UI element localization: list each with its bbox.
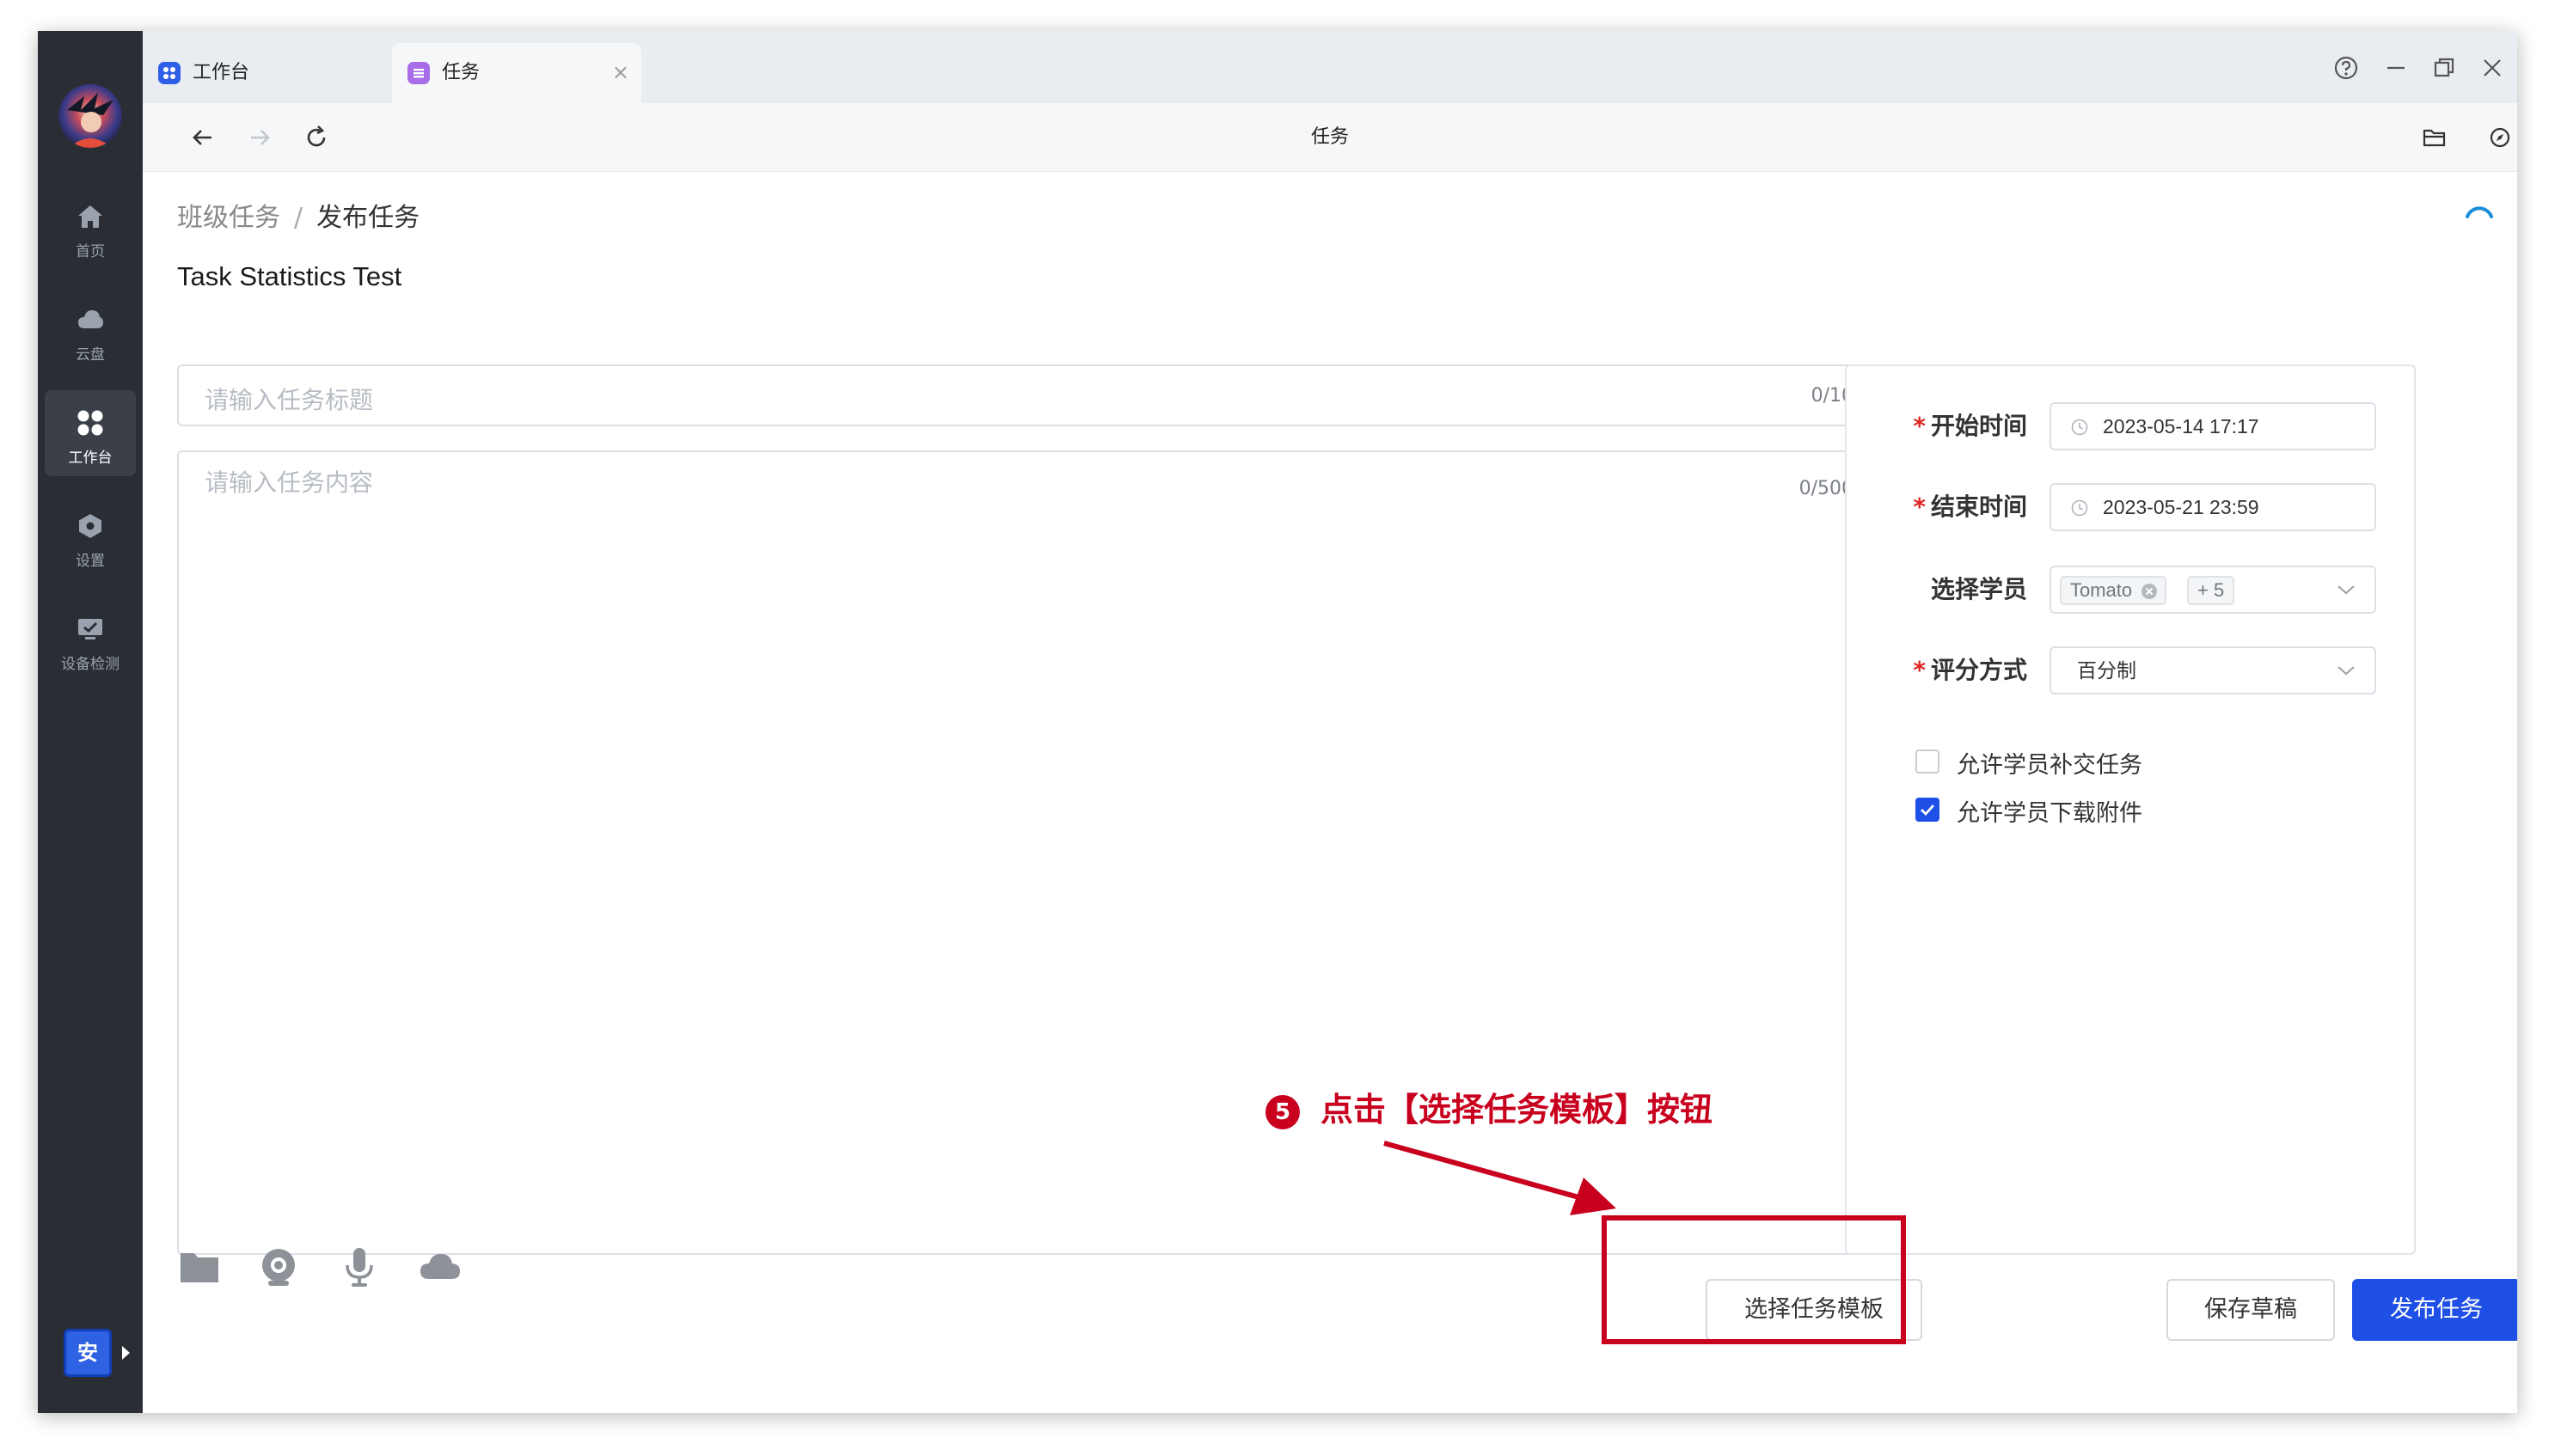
close-icon[interactable] xyxy=(2478,53,2507,83)
annotation-callout: 5 点击【选择任务模板】按钮 xyxy=(1265,1083,1713,1130)
monitor-icon xyxy=(78,619,102,639)
app-window: 首页 云盘 工作台 设置 设备检测 安 工作台 任务 × 任务 班级任务 / 发… xyxy=(38,31,2517,1413)
task-tab-icon xyxy=(407,62,430,84)
folder-icon[interactable] xyxy=(2419,122,2450,153)
address-title: 任务 xyxy=(1310,126,1349,148)
save-draft-button[interactable]: 保存草稿 xyxy=(2166,1279,2335,1341)
sidebar-item-label: 设备检测 xyxy=(61,656,119,673)
end-time-picker[interactable]: 2023-05-21 23:59 xyxy=(2050,483,2376,531)
breadcrumb-current: 发布任务 xyxy=(316,203,420,233)
minimize-icon[interactable] xyxy=(2381,53,2411,83)
tab-workbench[interactable]: 工作台 xyxy=(143,43,392,103)
sidebar-item-settings[interactable]: 设置 xyxy=(45,493,136,579)
microphone-icon[interactable] xyxy=(337,1245,382,1289)
back-arrow-icon[interactable] xyxy=(187,122,218,153)
grading-select[interactable]: 百分制 xyxy=(2050,646,2376,694)
clock-icon xyxy=(2071,419,2088,436)
sidebar: 首页 云盘 工作台 设置 设备检测 安 xyxy=(38,31,143,1413)
ime-expand-icon[interactable] xyxy=(122,1346,130,1360)
check-icon xyxy=(1921,804,1935,817)
sidebar-item-home[interactable]: 首页 xyxy=(45,184,136,270)
start-time-label: * 开始时间 xyxy=(1913,412,2027,440)
close-tab-icon[interactable]: × xyxy=(612,60,629,84)
allow-download-checkbox[interactable] xyxy=(1915,798,1939,822)
camera-icon[interactable] xyxy=(256,1245,301,1289)
grid-icon xyxy=(77,410,103,436)
task-title-placeholder: 请输入任务标题 xyxy=(205,386,374,414)
forward-arrow-icon[interactable] xyxy=(244,122,275,153)
allow-late-checkbox[interactable] xyxy=(1915,749,1939,774)
cloud-icon xyxy=(78,310,103,328)
students-select[interactable]: Tomato + 5 xyxy=(2050,566,2376,614)
start-time-value: 2023-05-14 17:17 xyxy=(2103,415,2259,437)
breadcrumb-parent[interactable]: 班级任务 xyxy=(177,203,280,233)
chevron-down-icon xyxy=(2337,666,2355,676)
chevron-down-icon xyxy=(2337,585,2355,595)
end-time-label: * 结束时间 xyxy=(1913,492,2027,521)
more-students-chip[interactable]: + 5 xyxy=(2187,576,2235,605)
grading-value: 百分制 xyxy=(2077,659,2136,682)
hexagon-icon xyxy=(79,514,101,538)
chip-remove-icon[interactable] xyxy=(2141,583,2158,600)
task-content-placeholder: 请输入任务内容 xyxy=(205,468,374,497)
sidebar-item-label: 云盘 xyxy=(76,346,105,364)
breadcrumb-separator: / xyxy=(294,203,303,233)
loading-spinner-icon xyxy=(2466,206,2493,218)
breadcrumb: 班级任务 / 发布任务 xyxy=(177,196,420,234)
step-number-badge: 5 xyxy=(1265,1094,1300,1129)
end-time-value: 2023-05-21 23:59 xyxy=(2103,496,2259,518)
ime-badge[interactable]: 安 xyxy=(64,1329,112,1377)
tab-bar: 工作台 任务 × xyxy=(143,31,2517,103)
address-bar: 任务 xyxy=(143,103,2517,172)
compass-icon[interactable] xyxy=(2485,122,2515,153)
student-chip: Tomato xyxy=(2060,576,2167,605)
sidebar-item-device-check[interactable]: 设备检测 xyxy=(45,596,136,682)
cloud-upload-icon[interactable] xyxy=(418,1245,463,1289)
annotation-text: 点击【选择任务模板】按钮 xyxy=(1320,1091,1713,1129)
task-title-input[interactable]: 请输入任务标题 0/100 xyxy=(177,364,1883,426)
task-content-textarea[interactable]: 请输入任务内容 0/5000 xyxy=(177,450,1883,1255)
reload-icon[interactable] xyxy=(301,122,332,153)
sidebar-item-label: 设置 xyxy=(76,553,105,570)
avatar[interactable] xyxy=(58,84,122,148)
allow-late-label[interactable]: 允许学员补交任务 xyxy=(1957,746,2142,780)
sidebar-item-label: 首页 xyxy=(76,243,105,260)
home-icon xyxy=(78,205,102,228)
publish-task-button[interactable]: 发布任务 xyxy=(2352,1279,2517,1341)
clock-icon xyxy=(2071,499,2088,517)
sidebar-item-cloud[interactable]: 云盘 xyxy=(45,287,136,373)
restore-icon[interactable] xyxy=(2429,53,2459,83)
annotation-highlight-box xyxy=(1602,1215,1906,1344)
tab-task[interactable]: 任务 × xyxy=(392,43,641,103)
tab-label: 任务 xyxy=(442,62,481,83)
page-title: Task Statistics Test xyxy=(177,261,402,291)
sidebar-item-label: 工作台 xyxy=(68,450,113,467)
sidebar-item-workbench[interactable]: 工作台 xyxy=(45,390,136,476)
folder-attach-icon[interactable] xyxy=(177,1245,222,1289)
tab-label: 工作台 xyxy=(193,62,250,83)
workbench-tab-icon xyxy=(158,62,181,84)
task-settings-panel: * 开始时间 2023-05-14 17:17 * 结束时间 2023-05-21 … xyxy=(1845,364,2416,1255)
students-label: 选择学员 xyxy=(1930,575,2027,603)
help-icon[interactable] xyxy=(2331,53,2361,83)
start-time-picker[interactable]: 2023-05-14 17:17 xyxy=(2050,402,2376,450)
grading-label: * 评分方式 xyxy=(1913,656,2027,684)
allow-download-label[interactable]: 允许学员下载附件 xyxy=(1957,794,2142,828)
